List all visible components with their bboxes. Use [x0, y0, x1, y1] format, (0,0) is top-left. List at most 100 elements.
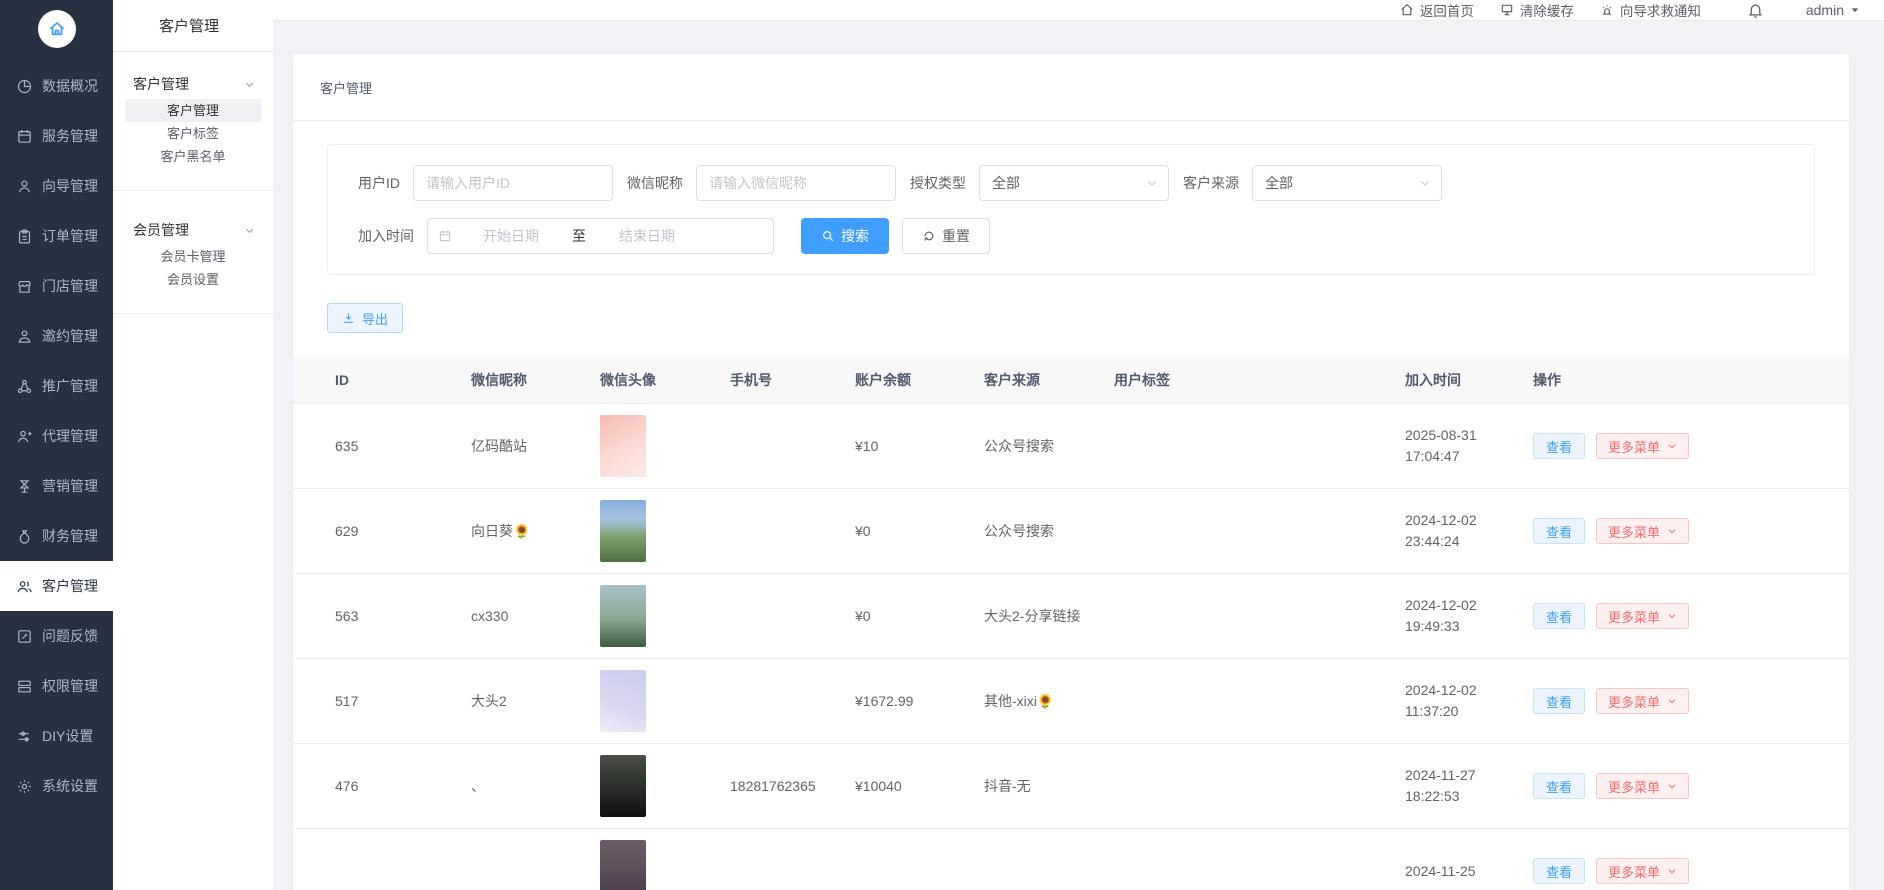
top-header: 返回首页 清除缓存 向导求救通知 admin [273, 0, 1884, 21]
col-balance: 账户余额 [855, 370, 984, 390]
table-row: 2024-11-25 查看 更多菜单 [293, 828, 1849, 890]
sidebar-item-diy[interactable]: DIY设置 [0, 711, 113, 761]
chevron-down-icon [1667, 526, 1677, 536]
chevron-down-icon [1667, 441, 1677, 451]
submenu-item-customer-tags[interactable]: 客户标签 [125, 122, 261, 145]
search-button[interactable]: 搜索 [801, 218, 889, 254]
finance-moneybag-icon [16, 528, 33, 545]
feedback-edit-icon [16, 628, 33, 645]
girl-in-field-avatar [600, 500, 646, 562]
submenu-item-customer-management[interactable]: 客户管理 [125, 99, 261, 122]
breadcrumb: 客户管理 [293, 54, 1849, 121]
sidebar-item-agents[interactable]: 代理管理 [0, 411, 113, 461]
more-menu-button[interactable]: 更多菜单 [1596, 688, 1689, 714]
view-button[interactable]: 查看 [1533, 518, 1585, 544]
caret-down-icon [1850, 5, 1860, 15]
col-avatar: 微信头像 [600, 370, 730, 390]
table-row: 629 向日葵🌻 ¥0 公众号搜索 2024-12-0223:44:24 查看 … [293, 488, 1849, 573]
sub-sidebar: 客户管理 客户管理 客户管理 客户标签 客户黑名单 会员管理 会员卡管理 会员设… [113, 0, 273, 890]
permission-list-icon [16, 678, 33, 695]
user-id-label: 用户ID [358, 173, 400, 193]
refresh-icon [922, 229, 936, 243]
nickname-input[interactable] [696, 165, 896, 201]
col-tags: 用户标签 [1114, 370, 1405, 390]
user-menu[interactable]: admin [1806, 2, 1860, 18]
source-select[interactable]: 全部 [1252, 165, 1442, 201]
pink-cartoon-avatar [600, 415, 646, 477]
submenu-group-members[interactable]: 会员管理 [113, 215, 273, 245]
more-menu-button[interactable]: 更多菜单 [1596, 518, 1689, 544]
col-nickname: 微信昵称 [471, 370, 600, 390]
auth-type-select[interactable]: 全部 [979, 165, 1169, 201]
order-clipboard-icon [16, 228, 33, 245]
sidebar-item-data-overview[interactable]: 数据概况 [0, 61, 113, 111]
sidebar-item-promotion[interactable]: 推广管理 [0, 361, 113, 411]
sidebar-item-settings[interactable]: 系统设置 [0, 761, 113, 811]
sidebar-item-service[interactable]: 服务管理 [0, 111, 113, 161]
view-button[interactable]: 查看 [1533, 688, 1585, 714]
marketing-icon [16, 478, 33, 495]
guide-user-icon [16, 178, 33, 195]
submenu-item-customer-blacklist[interactable]: 客户黑名单 [125, 145, 261, 168]
notification-bell-icon[interactable] [1747, 2, 1764, 19]
more-menu-button[interactable]: 更多菜单 [1596, 858, 1689, 884]
sidebar-item-stores[interactable]: 门店管理 [0, 261, 113, 311]
customer-table: ID 微信昵称 微信头像 手机号 账户余额 客户来源 用户标签 加入时间 操作 … [293, 357, 1849, 890]
more-menu-button[interactable]: 更多菜单 [1596, 773, 1689, 799]
view-button[interactable]: 查看 [1533, 603, 1585, 629]
calendar-icon [438, 229, 452, 243]
clear-cache-icon [1500, 3, 1514, 17]
app-logo[interactable] [38, 10, 76, 48]
chevron-down-icon [1667, 696, 1677, 706]
submenu-item-member-cards[interactable]: 会员卡管理 [125, 245, 261, 268]
service-calendar-icon [16, 128, 33, 145]
date-range-picker[interactable]: 至 [427, 218, 774, 254]
dark-portrait-avatar [600, 840, 646, 890]
download-icon [342, 312, 355, 325]
end-date-input[interactable] [588, 228, 706, 244]
lavender-sky-avatar [600, 670, 646, 732]
view-button[interactable]: 查看 [1533, 433, 1585, 459]
sidebar-item-invite[interactable]: 邀约管理 [0, 311, 113, 361]
sidebar-item-orders[interactable]: 订单管理 [0, 211, 113, 261]
chevron-down-icon [1667, 611, 1677, 621]
more-menu-button[interactable]: 更多菜单 [1596, 603, 1689, 629]
clear-cache-link[interactable]: 清除缓存 [1500, 0, 1574, 20]
table-header: ID 微信昵称 微信头像 手机号 账户余额 客户来源 用户标签 加入时间 操作 [293, 357, 1849, 403]
more-menu-button[interactable]: 更多菜单 [1596, 433, 1689, 459]
date-separator: 至 [570, 226, 588, 246]
sidebar-item-guide[interactable]: 向导管理 [0, 161, 113, 211]
submenu-group-customers[interactable]: 客户管理 [113, 69, 273, 99]
start-date-input[interactable] [452, 228, 570, 244]
chevron-down-icon [1667, 781, 1677, 791]
agent-user-icon [16, 428, 33, 445]
guide-rescue-notice-link[interactable]: 向导求救通知 [1600, 0, 1701, 20]
user-id-input[interactable] [413, 165, 613, 201]
customer-users-icon [16, 578, 33, 595]
table-row: 635 亿码酷站 ¥10 公众号搜索 2025-08-3117:04:47 查看… [293, 403, 1849, 488]
store-icon [16, 278, 33, 295]
sidebar-item-finance[interactable]: 财务管理 [0, 511, 113, 561]
export-button[interactable]: 导出 [327, 303, 403, 333]
submenu-item-member-settings[interactable]: 会员设置 [125, 268, 261, 291]
view-button[interactable]: 查看 [1533, 858, 1585, 884]
back-home-link[interactable]: 返回首页 [1400, 0, 1474, 20]
chevron-down-icon [244, 225, 255, 236]
sidebar-item-feedback[interactable]: 问题反馈 [0, 611, 113, 661]
sidebar-item-permissions[interactable]: 权限管理 [0, 661, 113, 711]
col-join-time: 加入时间 [1405, 370, 1533, 390]
sidebar-item-customers[interactable]: 客户管理 [0, 561, 113, 611]
sidebar-item-marketing[interactable]: 营销管理 [0, 461, 113, 511]
chevron-down-icon [1667, 866, 1677, 876]
mountain-landscape-avatar [600, 585, 646, 647]
chevron-down-icon [1146, 177, 1158, 189]
promotion-network-icon [16, 378, 33, 395]
divider [113, 313, 273, 314]
main-sidebar: 数据概况 服务管理 向导管理 订单管理 门店管理 邀约管理 推广管理 代理管理 [0, 0, 113, 890]
divider [113, 190, 273, 191]
view-button[interactable]: 查看 [1533, 773, 1585, 799]
filter-panel: 用户ID 微信昵称 授权类型 全部 [327, 144, 1815, 275]
table-row: 563 cx330 ¥0 大头2-分享链接 2024-12-0219:49:33… [293, 573, 1849, 658]
reset-button[interactable]: 重置 [902, 218, 990, 254]
table-row: 476 、 18281762365 ¥10040 抖音-无 2024-11-27… [293, 743, 1849, 828]
